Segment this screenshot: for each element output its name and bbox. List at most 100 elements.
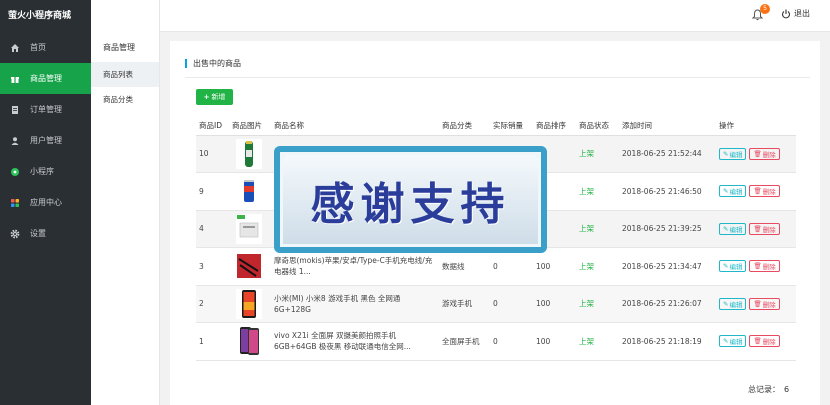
cell-image [229,210,271,248]
cell-id: 9 [196,172,229,211]
cell-image [229,135,271,173]
table-header-row: 商品ID 商品图片 商品名称 商品分类 实际销量 商品排序 商品状态 添加时间 … [196,117,796,136]
sidebar-item-orders[interactable]: 订单管理 [0,94,91,125]
top-bar: 5 退出 [91,0,830,32]
sidebar-item-products[interactable]: 商品管理 [0,63,91,94]
cell-status: 上架 [576,135,619,173]
cell-actions: ✎ 编辑 🗑 删除 [716,172,796,211]
home-icon [9,42,21,54]
delete-button[interactable]: 🗑 删除 [749,185,780,198]
product-thumbnail [236,288,262,319]
table-row: 3 摩奇思(mokis)苹果/安卓/Type-C手机充电线/充电器线 1... … [196,247,796,286]
edit-label: 编辑 [729,263,743,272]
edit-icon: ✎ [723,187,729,196]
subnav-item-product-list[interactable]: 商品列表 [91,62,159,87]
cell-status: 上架 [576,322,619,361]
trash-icon: 🗑 [753,187,762,196]
plus-icon: + [203,93,210,101]
cell-status: 上架 [576,285,619,323]
col-header-sales: 实际销量 [490,117,533,136]
sidebar-item-settings[interactable]: 设置 [0,218,91,249]
product-thumbnail [236,326,262,357]
cell-sort: 100 [533,285,576,323]
delete-button[interactable]: 🗑 删除 [749,297,780,310]
gear-icon [9,228,21,240]
total-records: 总记录： 6 [748,384,789,395]
delete-button[interactable]: 🗑 删除 [749,335,780,348]
col-header-image: 商品图片 [229,117,271,136]
divider [185,77,810,78]
logout-label: 退出 [794,9,810,18]
user-icon [9,135,21,147]
cell-name: vivo X21i 全面屏 双摄美颜拍照手机 6GB+64GB 极夜黑 移动联通… [271,322,439,361]
cell-image [229,322,271,361]
panel-title: 出售中的商品 [185,57,241,69]
cell-image [229,285,271,323]
product-thumbnail [236,138,262,169]
trash-icon: 🗑 [753,299,762,308]
cell-time: 2018-06-25 21:18:19 [619,322,716,361]
cell-id: 10 [196,135,229,173]
sub-sidebar: 商品管理 商品列表 商品分类 [91,0,160,405]
thanks-banner: 感谢支持 [274,146,547,253]
trash-icon: 🗑 [753,224,762,233]
cell-sales: 0 [490,322,533,361]
edit-icon: ✎ [723,299,729,308]
sidebar-item-appcenter[interactable]: 应用中心 [0,187,91,218]
sidebar-item-home[interactable]: 首页 [0,32,91,63]
delete-label: 删除 [762,300,776,309]
main-sidebar: 萤火小程序商城 首页 商品管理 订单管理 用户管理 小程序 应用中心 设置 [0,0,91,405]
cell-category: 全面屏手机 [439,322,490,361]
banner-text: 感谢支持 [310,178,511,230]
cell-sales: 0 [490,285,533,323]
sidebar-item-label: 小程序 [30,167,54,176]
edit-button[interactable]: ✎ 编辑 [719,297,747,310]
banner-inner: 感谢支持 [283,155,538,244]
panel-title-text: 出售中的商品 [193,58,241,68]
add-product-button[interactable]: + 新增 [196,89,233,105]
cell-sales: 0 [490,247,533,286]
cell-actions: ✎ 编辑 🗑 删除 [716,210,796,248]
col-header-status: 商品状态 [576,117,619,136]
col-header-name: 商品名称 [271,117,439,136]
title-accent-bar [185,58,187,68]
edit-button[interactable]: ✎ 编辑 [719,185,747,198]
edit-label: 编辑 [729,150,743,159]
cell-category: 游戏手机 [439,285,490,323]
delete-button[interactable]: 🗑 删除 [749,222,780,235]
delete-button[interactable]: 🗑 删除 [749,147,780,160]
cell-time: 2018-06-25 21:26:07 [619,285,716,323]
sidebar-item-users[interactable]: 用户管理 [0,125,91,156]
cell-status: 上架 [576,210,619,248]
app-brand: 萤火小程序商城 [0,0,91,32]
cell-actions: ✎ 编辑 🗑 删除 [716,322,796,361]
edit-icon: ✎ [723,337,729,346]
cell-id: 2 [196,285,229,323]
total-label: 总记录： [748,385,780,394]
sidebar-item-label: 订单管理 [30,105,62,114]
edit-button[interactable]: ✎ 编辑 [719,222,747,235]
delete-button[interactable]: 🗑 删除 [749,260,780,273]
notification-bell[interactable]: 5 [751,4,770,23]
total-value: 6 [784,385,790,394]
edit-button[interactable]: ✎ 编辑 [719,335,747,348]
sidebar-item-label: 用户管理 [30,136,62,145]
cell-id: 3 [196,247,229,286]
cell-time: 2018-06-25 21:39:25 [619,210,716,248]
power-icon [781,9,791,18]
edit-button[interactable]: ✎ 编辑 [719,260,747,273]
edit-label: 编辑 [729,300,743,309]
delete-label: 删除 [762,150,776,159]
edit-label: 编辑 [729,225,743,234]
product-name: vivo X21i 全面屏 双摄美颜拍照手机 6GB+64GB 极夜黑 移动联通… [274,331,411,352]
sidebar-item-miniprogram[interactable]: 小程序 [0,156,91,187]
cell-time: 2018-06-25 21:46:50 [619,172,716,211]
edit-label: 编辑 [729,188,743,197]
cell-id: 4 [196,210,229,248]
cell-time: 2018-06-25 21:34:47 [619,247,716,286]
col-header-id: 商品ID [196,117,229,136]
edit-button[interactable]: ✎ 编辑 [719,147,747,160]
logout-button[interactable]: 退出 [781,8,810,19]
subnav-item-product-category[interactable]: 商品分类 [91,87,159,112]
cell-actions: ✎ 编辑 🗑 删除 [716,247,796,286]
